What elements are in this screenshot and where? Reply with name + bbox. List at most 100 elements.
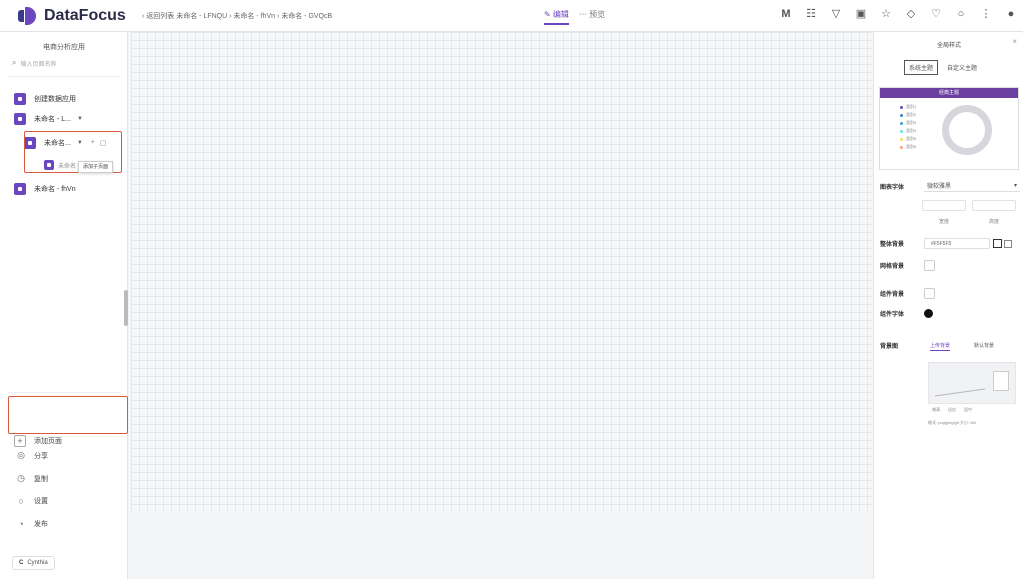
font-value: 微软雅黑 [927, 184, 952, 190]
component-bg-label: 组件背景 [880, 292, 905, 298]
settings-icon[interactable]: ○ [955, 8, 967, 21]
widget-icon[interactable]: M [780, 8, 792, 21]
sidebar-item-page-3[interactable]: 未命名 - fhVn [14, 182, 76, 196]
publish-icon: ◔ [18, 519, 24, 529]
panel-title: 全局样式 [936, 43, 961, 49]
bg-image-row: 背景图 [880, 341, 924, 350]
tab-default-bg[interactable]: 默认背景 [974, 342, 994, 351]
copy-link[interactable]: ◷ 复制 [16, 473, 48, 484]
close-icon[interactable]: × [1012, 37, 1017, 46]
shield-icon[interactable]: ◇ [905, 8, 917, 21]
star-icon[interactable]: ☆ [880, 8, 892, 21]
settings-label: 设置 [34, 498, 48, 505]
font-row: 图表字体 微软雅黑 ▾ [880, 180, 1020, 192]
user-icon[interactable]: ● [1005, 8, 1017, 21]
preview-box [993, 371, 1009, 391]
height-input[interactable] [972, 200, 1016, 211]
theme-card-title: 经典主题 [880, 88, 1018, 98]
design-canvas[interactable] [131, 32, 871, 579]
style-panel: 全局样式 × 系统主题 自定义主题 经典主题 类别1 类别2 类别3 类别4 类… [873, 32, 1023, 579]
bg-color-label: 整体背景 [880, 242, 905, 248]
bg-upload-hint: 格式: png/jpeg/gif 大小: 5M [928, 420, 976, 425]
width-input[interactable] [922, 200, 966, 211]
toolbar: M ☷ ▽ ▣ ☆ ◇ ♡ ○ ⋮ ● [780, 8, 1017, 21]
copy-label: 复制 [34, 475, 48, 483]
tab-edit[interactable]: ✎ 编辑 [544, 9, 569, 25]
user-chip[interactable]: C Cynthia [12, 556, 55, 570]
legend-item: 类别4 [900, 128, 916, 134]
legend-label: 类别1 [906, 104, 917, 109]
page-icon [14, 183, 26, 195]
sidebar-item-create-app[interactable]: 创建数据应用 [14, 92, 76, 106]
bg-option-fit[interactable]: 适应 [948, 407, 956, 413]
theme-tabs: 系统主题 自定义主题 [904, 60, 982, 75]
legend-item: 类别5 [900, 136, 916, 142]
page-label: 未命名 - L... [34, 116, 71, 123]
more-icon[interactable]: ⋮ [980, 8, 992, 21]
filter-icon[interactable]: ▽ [830, 8, 842, 21]
page-label: 未命名 - fhVn [34, 186, 76, 193]
theme-icon[interactable]: ♡ [930, 8, 942, 21]
grid-label: 网格背景 [880, 264, 905, 270]
canvas-margin [131, 512, 871, 579]
search-placeholder: 输入页面名称 [20, 61, 57, 68]
bg-option-fill[interactable]: 铺满 [932, 407, 940, 413]
chevron-down-icon: ▾ [1013, 183, 1017, 189]
save-icon[interactable]: ▣ [855, 8, 867, 21]
component-bg-checkbox[interactable] [924, 288, 935, 299]
bg-option-center[interactable]: 居中 [964, 407, 972, 413]
legend-dot [900, 113, 903, 117]
search-input[interactable]: ⌕ 输入页面名称 [12, 57, 116, 69]
legend-item: 类别2 [900, 112, 916, 118]
page-icon [14, 93, 26, 105]
bg-image-preview[interactable] [928, 362, 1016, 404]
sidebar-item-page-1[interactable]: 未命名 - L... ▼ [14, 112, 83, 126]
donut-preview [942, 105, 992, 155]
color-swatch[interactable] [993, 239, 1002, 248]
legend-item: 类别1 [900, 104, 916, 110]
grid-checkbox[interactable] [924, 260, 935, 271]
font-color-label: 组件字体 [880, 312, 905, 318]
app-root: DataFocus ‹ 返回列表 未命名 - LFNQU › 未命名 - fhV… [0, 0, 1023, 579]
reset-icon[interactable] [1004, 239, 1012, 248]
size-inputs [922, 200, 1016, 211]
bg-fit-options: 铺满 适应 居中 [932, 407, 972, 413]
logo-icon [18, 7, 38, 25]
font-color-swatch[interactable] [924, 309, 933, 318]
logo[interactable]: DataFocus [18, 7, 126, 25]
legend-label: 类别2 [906, 112, 917, 117]
tab-preview[interactable]: ⋯ 预览 [579, 9, 605, 25]
add-page-button[interactable]: + 添加页面 [14, 435, 62, 447]
bg-color-input[interactable]: #F5F5F5 [924, 238, 990, 249]
logo-text: DataFocus [44, 7, 126, 24]
chevron-down-icon[interactable]: ▼ [77, 116, 83, 122]
sidebar-collapse-handle[interactable] [124, 290, 128, 326]
font-color-row: 组件字体 [880, 309, 933, 318]
legend-label: 类别5 [906, 136, 917, 141]
font-select[interactable]: 微软雅黑 ▾ [924, 180, 1020, 192]
layout-icon[interactable]: ☷ [805, 8, 817, 21]
legend-item: 类别3 [900, 120, 916, 126]
settings-link[interactable]: ○ 设置 [16, 496, 48, 506]
bg-color-row: 整体背景 #F5F5F5 [880, 238, 1012, 249]
component-bg-row: 组件背景 [880, 288, 935, 299]
height-label: 高度 [988, 219, 999, 225]
width-label: 宽度 [938, 219, 949, 225]
tab-upload-bg[interactable]: 上传背景 [930, 342, 951, 351]
legend-dot [900, 121, 903, 125]
divider [8, 76, 120, 77]
sidebar: 电商分析应用 ⌕ 输入页面名称 创建数据应用 未命名 - L... ▼ 未命名.… [0, 32, 128, 579]
legend-label: 类别6 [906, 144, 917, 149]
theme-card[interactable]: 经典主题 类别1 类别2 类别3 类别4 类别5 类别6 [879, 87, 1019, 170]
legend-dot [900, 137, 903, 141]
tab-system-theme[interactable]: 系统主题 [904, 60, 939, 75]
publish-link[interactable]: ◔ 发布 [16, 519, 48, 529]
tab-custom-theme[interactable]: 自定义主题 [942, 60, 982, 75]
share-icon: ◎ [17, 450, 25, 460]
preview-line [935, 379, 985, 397]
share-link[interactable]: ◎ 分享 [16, 450, 48, 461]
app-title: 电商分析应用 [43, 44, 85, 51]
share-label: 分享 [34, 452, 48, 460]
size-labels: 宽度 高度 [922, 218, 1016, 225]
breadcrumb[interactable]: ‹ 返回列表 未命名 - LFNQU › 未命名 - fhVn › 未命名 - … [142, 11, 332, 21]
